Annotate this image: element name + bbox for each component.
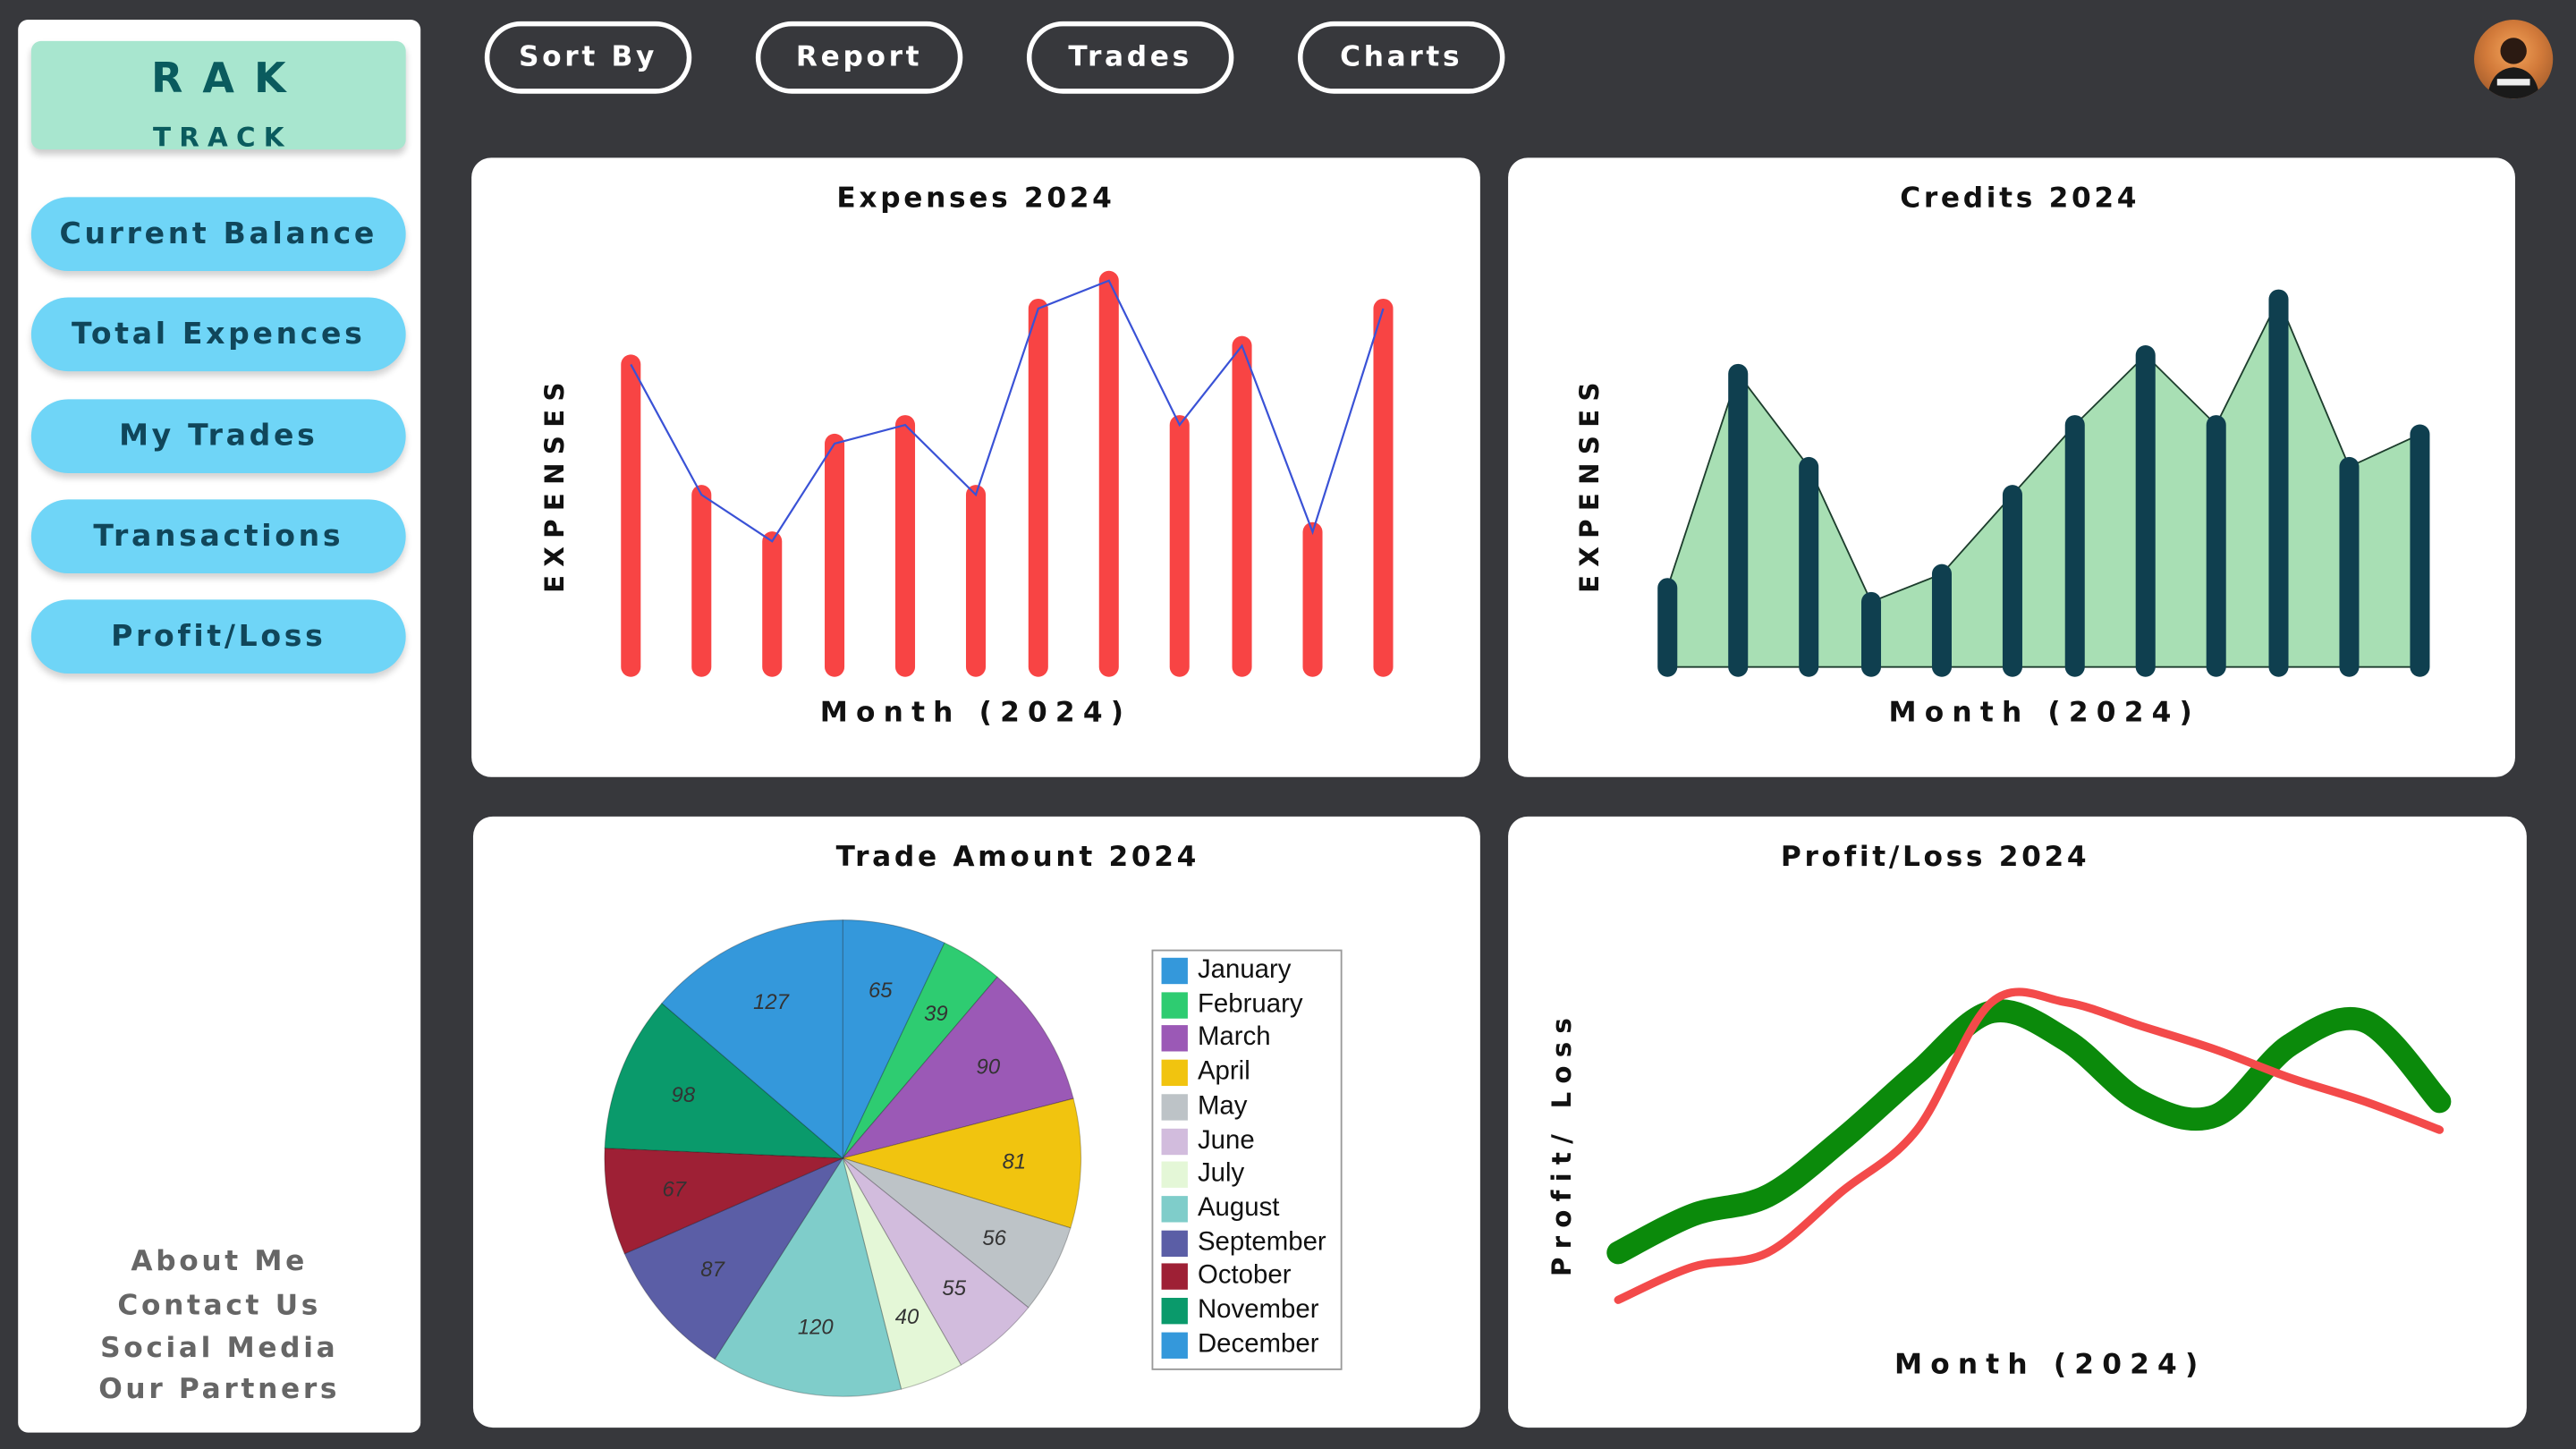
legend-label: January <box>1197 955 1292 985</box>
about-me-link[interactable]: About Me <box>18 1245 420 1278</box>
legend-swatch <box>1161 1297 1188 1325</box>
my-trades-button[interactable]: My Trades <box>30 399 406 473</box>
legend-label: March <box>1197 1023 1271 1053</box>
legend-item: December <box>1161 1330 1319 1360</box>
legend-swatch <box>1161 1059 1188 1087</box>
legend-item: February <box>1161 989 1303 1020</box>
legend-label: July <box>1197 1160 1245 1189</box>
profit-loss-y-axis-label: Profit/ Loss <box>1546 1009 1578 1277</box>
legend-swatch <box>1161 1161 1188 1189</box>
profit-loss-chart-card: Profit/Loss 2024 Profit/ Loss Month (202… <box>1508 816 2527 1428</box>
social-media-link[interactable]: Social Media <box>18 1333 420 1366</box>
logo-text-sub: TRACK <box>153 121 292 153</box>
legend-swatch <box>1161 1263 1188 1291</box>
trades-button[interactable]: Trades <box>1026 21 1234 94</box>
pie-slice-label: 127 <box>753 990 790 1014</box>
app-logo[interactable]: RAK TRACK <box>30 40 406 153</box>
legend-item: May <box>1161 1092 1248 1122</box>
legend-swatch <box>1161 1127 1188 1155</box>
pie-slice-label: 56 <box>982 1226 1006 1250</box>
legend-item: April <box>1161 1058 1250 1088</box>
pie-slice-label: 65 <box>869 979 893 1003</box>
contact-us-link[interactable]: Contact Us <box>18 1290 420 1323</box>
legend-label: September <box>1197 1228 1326 1257</box>
legend-label: November <box>1197 1296 1319 1325</box>
credits-chart-card: Credits 2024 EXPENSES Month (2024) <box>1508 157 2515 777</box>
legend-label: August <box>1197 1194 1280 1223</box>
pie-slice-label: 67 <box>662 1178 686 1202</box>
logo-text-main: RAK <box>150 54 306 102</box>
pie-slice-label: 90 <box>977 1055 1001 1080</box>
report-button[interactable]: Report <box>755 21 963 94</box>
pie-slice-label: 40 <box>895 1305 919 1329</box>
pie-slice-label: 98 <box>672 1083 696 1107</box>
pie-slice-label: 39 <box>924 1002 948 1026</box>
pie-slice-label: 87 <box>700 1258 724 1282</box>
legend-swatch <box>1161 1093 1188 1121</box>
legend-item: September <box>1161 1228 1326 1258</box>
credits-x-axis-label: Month (2024) <box>1888 696 2200 730</box>
trade-amount-legend: January February March April May June July Augu… <box>1151 949 1343 1370</box>
legend-item: October <box>1161 1262 1292 1292</box>
legend-label: February <box>1197 989 1303 1019</box>
legend-item: November <box>1161 1296 1319 1326</box>
legend-label: October <box>1197 1262 1292 1291</box>
transactions-button[interactable]: Transactions <box>30 499 406 574</box>
current-balance-button[interactable]: Current Balance <box>30 197 406 272</box>
legend-item: June <box>1161 1126 1255 1156</box>
pie-slice-label: 120 <box>798 1316 835 1340</box>
legend-label: December <box>1197 1330 1319 1359</box>
legend-label: June <box>1197 1126 1255 1155</box>
legend-swatch <box>1161 1229 1188 1257</box>
profit-loss-x-axis-label: Month (2024) <box>1894 1348 2207 1382</box>
legend-item: August <box>1161 1194 1280 1224</box>
credits-y-axis-label: EXPENSES <box>1573 374 1606 594</box>
legend-label: April <box>1197 1058 1250 1087</box>
expenses-y-axis-label: EXPENSES <box>538 374 571 594</box>
credits-chart <box>1657 289 2430 677</box>
trade-amount-chart-card: Trade Amount 2024 65 39 90 81 56 55 40 120 87 67 9… <box>472 816 1480 1428</box>
legend-item: July <box>1161 1160 1245 1190</box>
legend-item: January <box>1161 955 1292 986</box>
legend-label: May <box>1197 1092 1248 1121</box>
credit-area <box>1666 297 2421 668</box>
sidebar: RAK TRACK Current Balance Total Expences… <box>18 20 421 1433</box>
expense-trend-line <box>630 279 1385 543</box>
total-expenses-button[interactable]: Total Expences <box>30 297 406 372</box>
pie-slice-label: 81 <box>1003 1149 1027 1174</box>
legend-swatch <box>1161 1195 1188 1223</box>
legend-swatch <box>1161 991 1188 1019</box>
profit-loss-chart <box>1606 987 2452 1304</box>
legend-swatch <box>1161 1331 1188 1359</box>
user-avatar-icon[interactable] <box>2474 20 2554 99</box>
profit-loss-button[interactable]: Profit/Loss <box>30 599 406 674</box>
expenses-chart-card: Expenses 2024 EXPENSES Month (2024) <box>471 157 1480 777</box>
legend-item: March <box>1161 1023 1271 1054</box>
sort-by-button[interactable]: Sort By <box>484 21 692 94</box>
legend-swatch <box>1161 1025 1188 1053</box>
profit-line-green <box>1606 999 2452 1265</box>
legend-swatch <box>1161 957 1188 985</box>
our-partners-link[interactable]: Our Partners <box>18 1373 420 1406</box>
pie-slice-label: 55 <box>942 1276 966 1301</box>
charts-button[interactable]: Charts <box>1297 21 1505 94</box>
expenses-chart <box>621 270 1394 677</box>
expenses-x-axis-label: Month (2024) <box>819 696 1132 730</box>
